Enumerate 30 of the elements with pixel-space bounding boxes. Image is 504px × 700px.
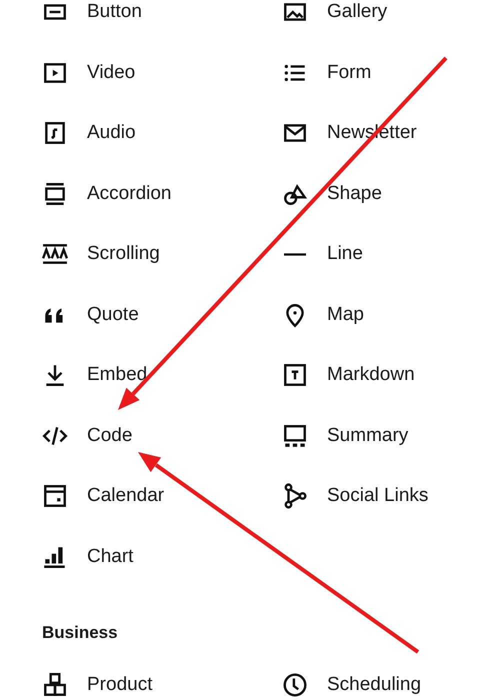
block-item[interactable]: Embed	[42, 345, 282, 406]
block-item[interactable]: Markdown	[282, 345, 504, 406]
block-item[interactable]: Scheduling	[282, 655, 504, 700]
block-item[interactable]: Audio	[42, 103, 282, 164]
block-item[interactable]: Accordion	[42, 164, 282, 224]
music-note-icon	[42, 120, 68, 146]
block-item[interactable]: Product	[42, 655, 282, 700]
block-item[interactable]: Code	[42, 406, 282, 466]
text-box-icon	[282, 362, 308, 388]
block-item[interactable]: Map	[282, 284, 504, 345]
calendar-icon	[42, 483, 68, 510]
block-item[interactable]: Scrolling	[42, 224, 282, 284]
block-item[interactable]: Video	[42, 42, 282, 103]
clock-icon	[282, 672, 308, 698]
share-icon	[282, 483, 308, 510]
block-item[interactable]: Line	[282, 224, 504, 284]
block-item[interactable]: Button	[42, 0, 282, 42]
block-item[interactable]: Form	[282, 42, 504, 103]
block-item[interactable]: Gallery	[282, 0, 504, 42]
boxes-icon	[42, 672, 68, 698]
block-item[interactable]: Calendar	[42, 466, 282, 526]
summary-icon	[282, 422, 308, 449]
block-item[interactable]: Quote	[42, 284, 282, 345]
section-heading: Business	[41, 623, 119, 643]
accordion-icon	[42, 180, 68, 207]
block-item[interactable]: Chart	[42, 526, 282, 587]
block-item[interactable]: Social Links	[282, 466, 504, 526]
line-icon	[282, 252, 308, 256]
block-item[interactable]: Shape	[282, 164, 504, 224]
block-item[interactable]: Summary	[282, 406, 504, 466]
